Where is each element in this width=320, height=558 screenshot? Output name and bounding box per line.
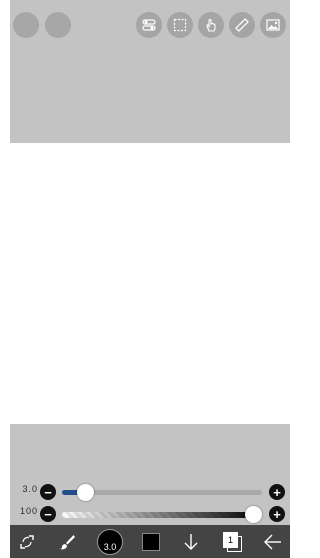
opacity-value: 100 [19, 506, 38, 516]
image-icon [266, 19, 280, 31]
brush-size-indicator: 3.0 [97, 528, 123, 555]
opacity-slider: 100 − + [10, 504, 290, 524]
brush-size-plus-button[interactable]: + [269, 484, 285, 500]
opacity-plus-button[interactable]: + [269, 506, 285, 522]
brush-button[interactable] [50, 525, 84, 558]
opacity-minus-button[interactable]: − [40, 506, 56, 522]
back-button[interactable] [256, 525, 290, 558]
brush-size-value: 3.0 [22, 484, 38, 494]
minus-icon: − [44, 484, 52, 500]
bottom-toolbar: 3.0 1 [10, 525, 290, 558]
transform-button[interactable] [10, 525, 44, 558]
transform-icon [20, 534, 34, 549]
brush-size-slider: 3.0 − + [10, 482, 290, 502]
minus-icon: − [44, 506, 52, 522]
layers-icon: 1 [222, 531, 242, 552]
ruler-button[interactable] [229, 12, 255, 38]
drawing-canvas[interactable] [10, 143, 290, 424]
plus-icon: + [273, 484, 281, 500]
opacity-track[interactable] [62, 512, 262, 518]
ruler-icon [235, 18, 249, 32]
app-screen: 3.0 − + 100 − + 3.0 1 [0, 0, 300, 558]
opacity-thumb[interactable] [245, 506, 262, 523]
layers-button[interactable]: 1 [215, 525, 249, 558]
back-arrow-icon [264, 534, 281, 549]
download-button[interactable] [174, 525, 208, 558]
image-button[interactable] [260, 12, 286, 38]
brush-size-minus-button[interactable]: − [40, 484, 56, 500]
top-panel [10, 0, 290, 143]
color-button[interactable] [134, 525, 168, 558]
brush-size-thumb[interactable] [76, 484, 94, 501]
hand-icon [206, 18, 216, 32]
circle-button-1[interactable] [13, 12, 39, 38]
brush-size-button[interactable]: 3.0 [93, 525, 127, 558]
color-swatch [142, 532, 160, 551]
circle-button-2[interactable] [45, 12, 71, 38]
brush-icon [60, 534, 75, 549]
plus-icon: + [273, 506, 281, 522]
toggle-button[interactable] [136, 12, 162, 38]
toggle-icon [142, 19, 156, 31]
selection-button[interactable] [167, 12, 193, 38]
layer-count: 1 [223, 531, 238, 548]
hand-button[interactable] [198, 12, 224, 38]
brush-size-label: 3.0 [103, 541, 117, 552]
selection-icon [173, 18, 187, 32]
arrow-down-icon [184, 533, 198, 550]
